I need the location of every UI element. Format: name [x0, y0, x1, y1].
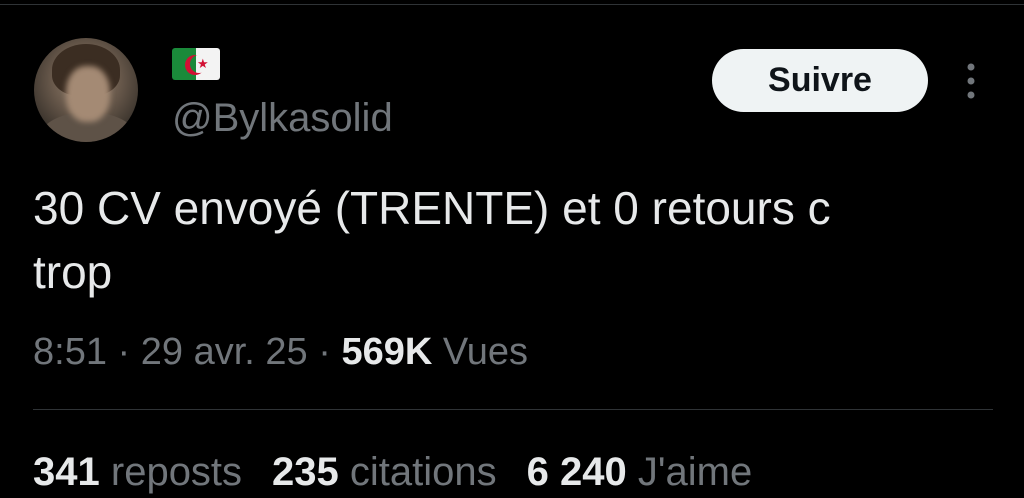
quotes-label: citations	[349, 450, 497, 494]
reposts-label: reposts	[110, 450, 243, 494]
algeria-flag-icon: ★	[172, 48, 220, 80]
author-handle[interactable]: @Bylkasolid	[172, 94, 393, 142]
reposts-count: 341	[33, 450, 100, 494]
tweet: ★ @Bylkasolid Suivre 30 CV envoyé (TRENT…	[0, 0, 1024, 494]
likes-label: J'aime	[637, 450, 753, 494]
follow-button[interactable]: Suivre	[712, 49, 928, 112]
tweet-date[interactable]: 29 avr. 25	[141, 331, 308, 373]
quotes-count: 235	[272, 450, 339, 494]
tweet-meta: 8:51 · 29 avr. 25 · 569K Vues	[33, 326, 528, 378]
tweet-text-line2: trop	[33, 246, 113, 298]
tweet-text: 30 CV envoyé (TRENTE) et 0 retours c tro…	[33, 176, 973, 304]
tweet-stats: 341 reposts 235 citations 6 240 J'aime	[33, 446, 752, 498]
tweet-time[interactable]: 8:51	[33, 331, 107, 373]
quotes-stat[interactable]: 235 citations	[272, 450, 497, 494]
meta-separator: ·	[117, 331, 131, 373]
views-label: Vues	[442, 331, 529, 373]
meta-separator-2: ·	[318, 331, 331, 373]
stats-divider	[33, 409, 993, 410]
more-vertical-icon[interactable]	[960, 62, 982, 100]
likes-stat[interactable]: 6 240 J'aime	[527, 450, 753, 494]
tweet-text-line1: 30 CV envoyé (TRENTE) et 0 retours c	[33, 182, 831, 234]
reposts-stat[interactable]: 341 reposts	[33, 450, 242, 494]
avatar[interactable]	[34, 38, 138, 142]
views-count: 569K	[341, 331, 433, 373]
likes-count: 6 240	[526, 450, 627, 494]
